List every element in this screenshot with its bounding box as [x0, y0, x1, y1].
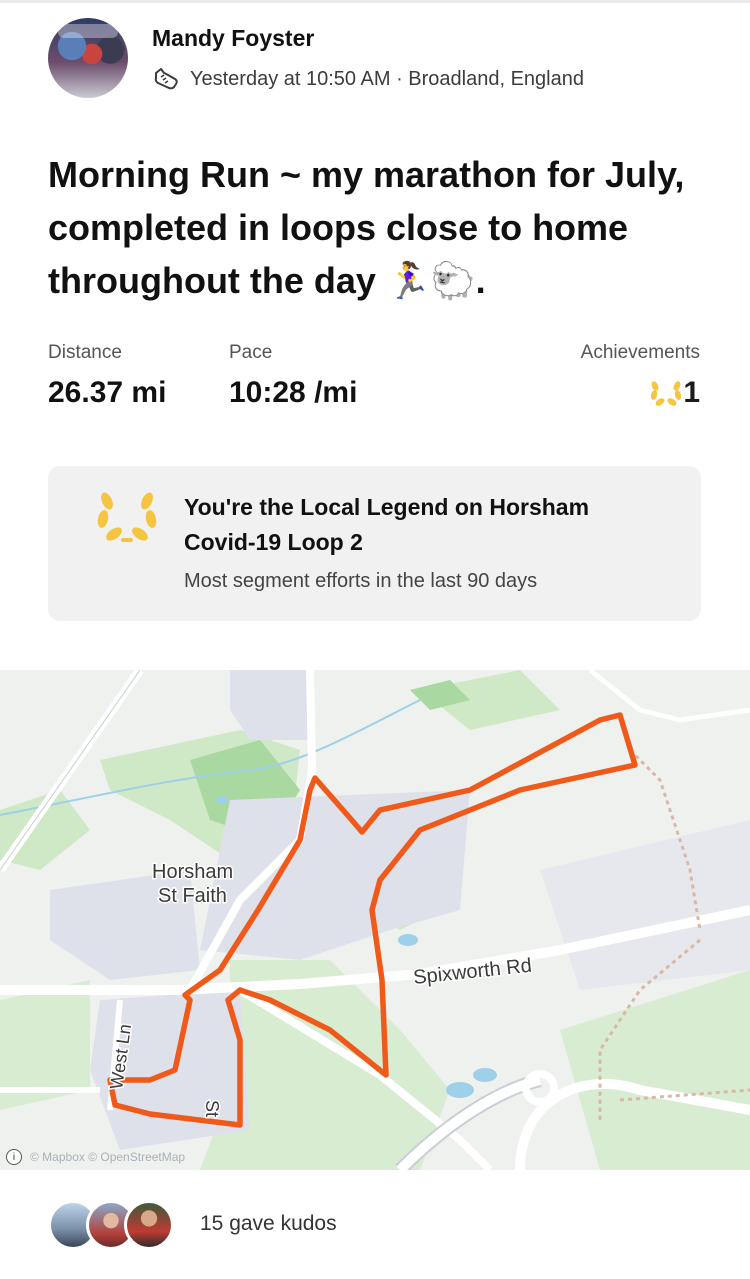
place-label-line2: St Faith: [158, 885, 227, 907]
map-attribution-text: © Mapbox © OpenStreetMap: [30, 1150, 186, 1164]
laurel-icon: [97, 492, 157, 542]
local-legend-heading: You're the Local Legend on Horsham Covid…: [184, 494, 590, 555]
pace-value: 10:28 /mi: [229, 376, 358, 409]
info-icon[interactable]: i: [6, 1149, 22, 1165]
laurel-icon: [651, 381, 682, 406]
distance-value: 26.37 mi: [48, 376, 167, 409]
local-legend-subtext: Most segment efforts in the last 90 days: [184, 570, 538, 592]
author-avatar[interactable]: [48, 18, 128, 98]
road-label-st: St: [202, 1100, 222, 1117]
kudos-count[interactable]: 15 gave kudos: [200, 1212, 337, 1236]
map-canvas: Horsham St Faith Spixworth Rd West Ln St: [0, 670, 750, 1170]
top-divider: [0, 0, 750, 3]
pace-label: Pace: [229, 342, 273, 363]
avatar[interactable]: [124, 1200, 174, 1250]
achievements-label: Achievements: [580, 342, 700, 363]
achievements-value[interactable]: 1: [649, 376, 700, 410]
kudos-avatars[interactable]: [48, 1198, 174, 1252]
author-name[interactable]: Mandy Foyster: [152, 25, 314, 52]
activity-title[interactable]: Morning Run ~ my marathon for July, comp…: [48, 148, 708, 307]
place-label-line1: Horsham: [152, 861, 233, 883]
activity-meta: Yesterday at 10:50 AM · Broadland, Engla…: [152, 64, 584, 94]
achievements-count: 1: [683, 376, 700, 409]
local-legend-card[interactable]: You're the Local Legend on Horsham Covid…: [48, 466, 701, 621]
route-map[interactable]: Horsham St Faith Spixworth Rd West Ln St: [0, 670, 750, 1170]
running-shoe-icon: [154, 68, 178, 90]
distance-label: Distance: [48, 342, 122, 363]
activity-meta-text: Yesterday at 10:50 AM · Broadland, Engla…: [190, 67, 584, 90]
map-attribution[interactable]: i © Mapbox © OpenStreetMap: [6, 1147, 185, 1167]
